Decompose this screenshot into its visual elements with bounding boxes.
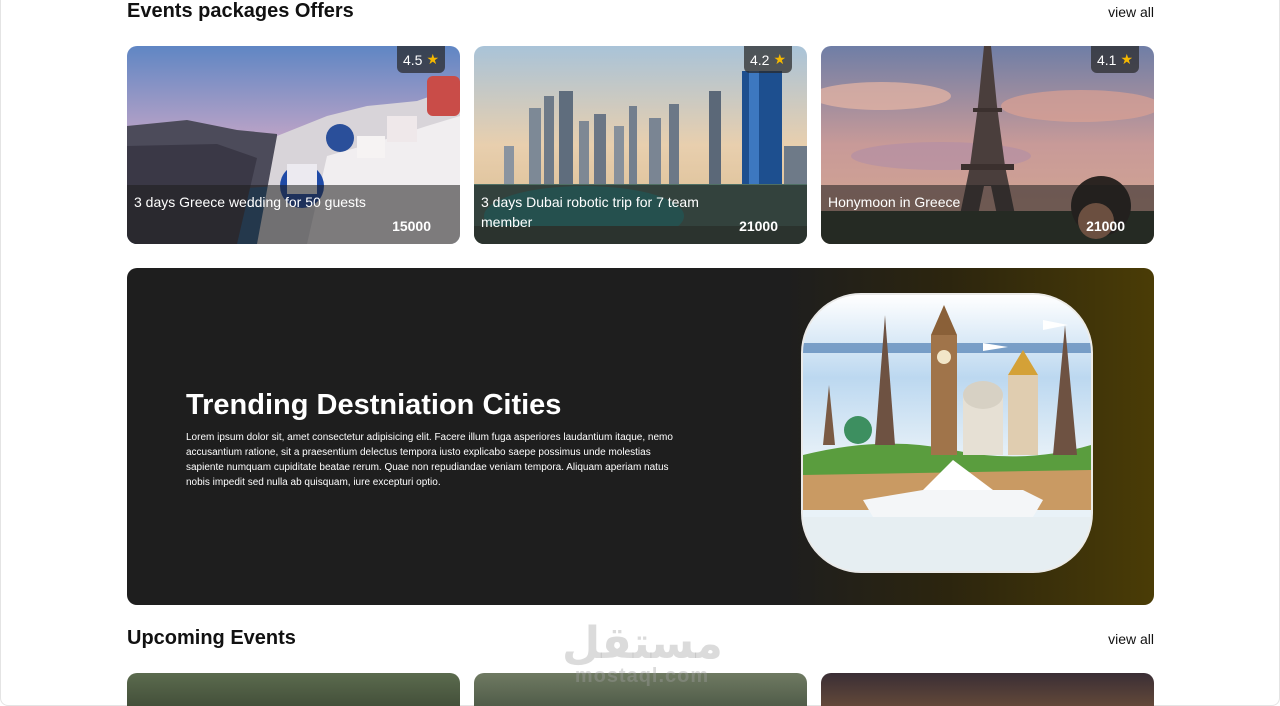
world-landmarks-illustration bbox=[803, 295, 1091, 571]
upcoming-event-card[interactable] bbox=[474, 673, 807, 706]
package-name: 3 days Dubai robotic trip for 7 team mem… bbox=[481, 194, 699, 230]
star-icon: ★ bbox=[773, 51, 786, 67]
trending-title: Trending Destniation Cities bbox=[186, 389, 562, 421]
rating-badge: 4.1 ★ bbox=[1090, 46, 1139, 73]
package-name: 3 days Greece wedding for 50 guests bbox=[134, 194, 366, 210]
upcoming-section-title: Upcoming Events bbox=[127, 627, 296, 649]
packages-section-title: Events packages Offers bbox=[127, 0, 354, 22]
star-icon: ★ bbox=[1120, 51, 1133, 67]
trending-banner: Trending Destniation Cities Lorem ipsum … bbox=[127, 268, 1154, 605]
rating-value: 4.5 bbox=[402, 51, 423, 68]
package-card[interactable]: 4.5 ★ 3 days Greece wedding for 50 guest… bbox=[127, 46, 460, 244]
package-price: 15000 bbox=[392, 218, 431, 234]
upcoming-section-header: Upcoming Events view all bbox=[127, 627, 1154, 650]
upcoming-view-all-link[interactable]: view all bbox=[1108, 631, 1154, 647]
rating-value: 4.1 bbox=[1096, 51, 1117, 68]
package-name: Honymoon in Greece bbox=[828, 194, 961, 210]
rating-badge: 4.2 ★ bbox=[743, 46, 792, 73]
rating-badge: 4.5 ★ bbox=[396, 46, 445, 73]
package-card[interactable]: 4.2 ★ 3 days Dubai robotic trip for 7 te… bbox=[474, 46, 807, 244]
package-price: 21000 bbox=[739, 218, 778, 234]
landmarks-scene bbox=[803, 295, 1091, 571]
package-card[interactable]: 4.1 ★ Honymoon in Greece 21000 bbox=[821, 46, 1154, 244]
star-icon: ★ bbox=[426, 51, 439, 67]
upcoming-event-card[interactable] bbox=[127, 673, 460, 706]
packages-section-header: Events packages Offers view all bbox=[127, 0, 1154, 23]
packages-card-list: 4.5 ★ 3 days Greece wedding for 50 guest… bbox=[127, 46, 1154, 244]
upcoming-card-list bbox=[127, 673, 1154, 706]
package-price: 21000 bbox=[1086, 218, 1125, 234]
trending-description: Lorem ipsum dolor sit, amet consectetur … bbox=[186, 432, 673, 488]
packages-view-all-link[interactable]: view all bbox=[1108, 4, 1154, 20]
upcoming-event-card[interactable] bbox=[821, 673, 1154, 706]
rating-value: 4.2 bbox=[749, 51, 770, 68]
